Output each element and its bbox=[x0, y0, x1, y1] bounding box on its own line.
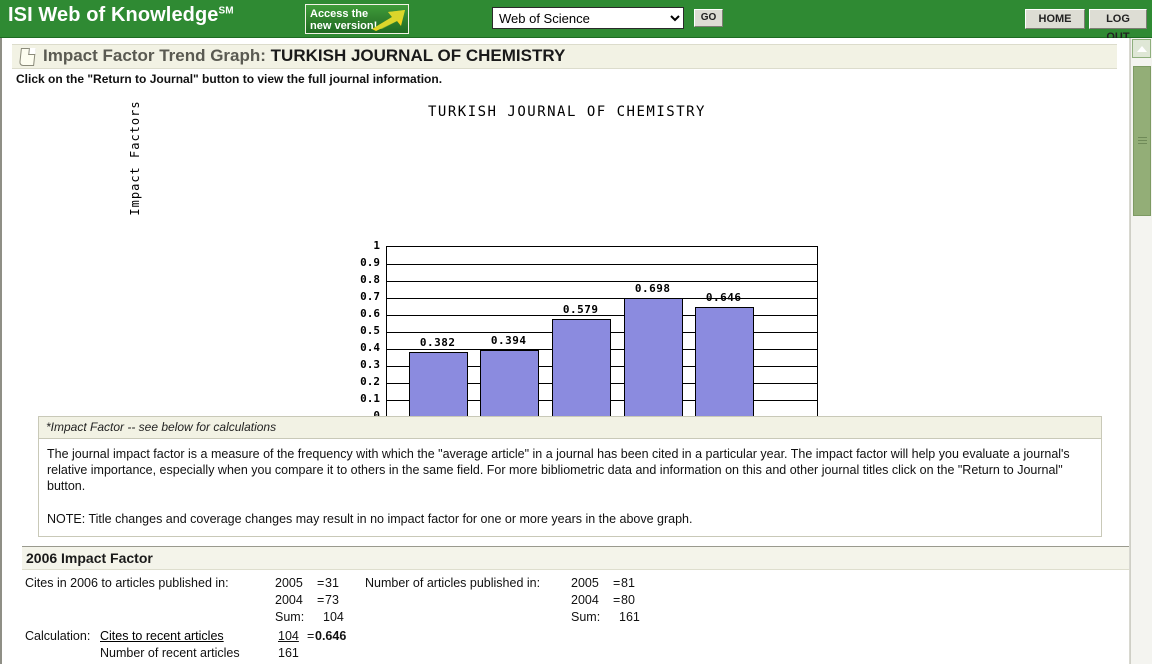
articles-row-0-year: 2005 bbox=[571, 576, 599, 590]
chart-y-tick: 0.4 bbox=[360, 341, 380, 354]
database-select[interactable]: Web of Science bbox=[492, 7, 684, 29]
cites-row-1-year: 2004 bbox=[275, 593, 303, 607]
new-version-label: Access the new version! bbox=[310, 8, 378, 32]
chart-bar-value-label: 0.579 bbox=[562, 303, 599, 316]
cites-row-1-eq: = bbox=[317, 593, 325, 607]
site-logo: ISI Web of KnowledgeSM bbox=[8, 4, 234, 27]
chart-bar bbox=[480, 350, 539, 417]
impact-factor-result: 0.646 bbox=[315, 629, 347, 643]
chart-y-tick: 0.1 bbox=[360, 392, 380, 405]
chart-bar bbox=[624, 298, 683, 417]
result-equals: = bbox=[307, 629, 315, 643]
chart-y-tick: 0.5 bbox=[360, 324, 380, 337]
denominator-value: 161 bbox=[278, 646, 299, 660]
chart-y-tick: 0.8 bbox=[360, 273, 380, 286]
articles-row-1-year: 2004 bbox=[571, 593, 599, 607]
chart-gridline bbox=[387, 281, 817, 282]
cites-row-0-eq: = bbox=[317, 576, 325, 590]
document-icon bbox=[19, 48, 36, 66]
note-paragraph-2: NOTE: Title changes and coverage changes… bbox=[47, 512, 693, 526]
impact-2006-heading: 2006 Impact Factor bbox=[22, 546, 1129, 570]
chart-y-axis-label: Impact Factors bbox=[128, 100, 142, 216]
page-wrapper: Impact Factor Trend Graph: TURKISH JOURN… bbox=[0, 38, 1152, 664]
database-select-wrapper[interactable]: Web of Science bbox=[492, 7, 684, 29]
articles-row-1-value: 80 bbox=[621, 593, 635, 607]
service-mark: SM bbox=[218, 5, 234, 17]
chart-y-tick: 0.3 bbox=[360, 358, 380, 371]
chart-bar bbox=[409, 352, 468, 417]
numerator-value: 104 bbox=[278, 629, 299, 643]
chart-bar bbox=[552, 319, 611, 417]
access-new-version-banner[interactable]: Access the new version! bbox=[305, 4, 409, 34]
articles-row-1-eq: = bbox=[613, 593, 621, 607]
number-of-recent-articles-label: Number of recent articles bbox=[100, 646, 240, 660]
note-panel-body: The journal impact factor is a measure o… bbox=[39, 439, 1101, 536]
cites-row-0-value: 31 bbox=[325, 576, 339, 590]
chart-y-tick: 1 bbox=[373, 239, 380, 252]
articles-label: Number of articles published in: bbox=[365, 576, 541, 590]
chart-bar-value-label: 0.394 bbox=[490, 334, 527, 347]
chart-y-tick: 0.6 bbox=[360, 307, 380, 320]
note-panel-header: *Impact Factor -- see below for calculat… bbox=[39, 417, 1101, 439]
cites-row-1-value: 73 bbox=[325, 593, 339, 607]
global-header: ISI Web of KnowledgeSM Access the new ve… bbox=[0, 0, 1152, 43]
articles-sum-value: 161 bbox=[619, 610, 640, 624]
scrollbar-grip bbox=[1138, 137, 1147, 144]
page-title-journal: TURKISH JOURNAL OF CHEMISTRY bbox=[270, 46, 566, 65]
impact-factor-2006-section: 2006 Impact Factor Cites in 2006 to arti… bbox=[22, 546, 1129, 664]
go-button[interactable]: GO bbox=[694, 9, 723, 27]
cites-row-0-year: 2005 bbox=[275, 576, 303, 590]
calculation-label: Calculation: bbox=[25, 629, 91, 643]
chart-y-tick: 0.7 bbox=[360, 290, 380, 303]
chart-bar-value-label: 0.698 bbox=[634, 282, 671, 295]
articles-row-0-eq: = bbox=[613, 576, 621, 590]
chart-bar-value-label: 0.382 bbox=[419, 336, 456, 349]
chart-y-tick: 0.2 bbox=[360, 375, 380, 388]
impact-2006-body: Cites in 2006 to articles published in: … bbox=[22, 570, 1129, 664]
main-content: Impact Factor Trend Graph: TURKISH JOURN… bbox=[0, 38, 1130, 664]
chart-bar bbox=[695, 307, 754, 417]
logout-button[interactable]: LOG OUT bbox=[1089, 9, 1147, 43]
vertical-scrollbar[interactable] bbox=[1130, 38, 1152, 664]
impact-factor-chart: TURKISH JOURNAL OF CHEMISTRY Impact Fact… bbox=[2, 96, 1129, 468]
chart-gridline bbox=[387, 264, 817, 265]
chart-y-tick: 0.9 bbox=[360, 256, 380, 269]
cites-label: Cites in 2006 to articles published in: bbox=[25, 576, 229, 590]
scrollbar-thumb[interactable] bbox=[1133, 66, 1151, 216]
articles-sum-label: Sum: bbox=[571, 610, 601, 624]
brand-text: ISI Web of Knowledge bbox=[8, 4, 219, 26]
articles-row-0-value: 81 bbox=[621, 576, 635, 590]
chart-plot-area bbox=[386, 246, 818, 418]
page-title-prefix: Impact Factor Trend Graph: bbox=[43, 46, 266, 65]
page-title-band: Impact Factor Trend Graph: TURKISH JOURN… bbox=[12, 44, 1117, 69]
impact-factor-note-panel: *Impact Factor -- see below for calculat… bbox=[38, 416, 1102, 537]
chart-bar-value-label: 0.646 bbox=[705, 291, 742, 304]
note-paragraph-1: The journal impact factor is a measure o… bbox=[47, 447, 1070, 493]
chart-title: TURKISH JOURNAL OF CHEMISTRY bbox=[427, 104, 706, 120]
chart-y-axis-ticks: 10.90.80.70.60.50.40.30.20.10 bbox=[332, 239, 380, 421]
cites-sum-value: 104 bbox=[323, 610, 344, 624]
arrow-icon bbox=[372, 10, 405, 31]
page-title: Impact Factor Trend Graph: TURKISH JOURN… bbox=[43, 46, 565, 66]
home-button[interactable]: HOME bbox=[1025, 9, 1085, 29]
page-subtitle: Click on the "Return to Journal" button … bbox=[16, 72, 443, 86]
scroll-up-arrow-icon[interactable] bbox=[1132, 39, 1151, 58]
cites-to-recent-articles-link[interactable]: Cites to recent articles bbox=[100, 629, 224, 643]
cites-sum-label: Sum: bbox=[275, 610, 305, 624]
